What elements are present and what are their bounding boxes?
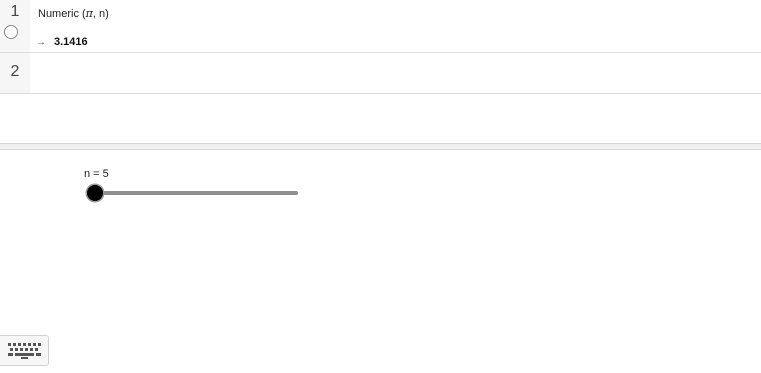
input-suffix: , n) [92,8,109,20]
cas-view: 1 Numeric (π, n) → 3.1416 2 [0,0,761,144]
slider-track[interactable] [95,191,298,195]
pi-symbol: π [85,7,93,20]
keyboard-toggle-button[interactable] [0,335,49,366]
cas-row-2[interactable]: 2 [0,53,761,94]
slider-label: n = 5 [84,168,109,180]
input-prefix: Numeric ( [38,8,86,20]
cas-input-empty[interactable] [30,53,761,93]
keyboard-icon [8,343,41,359]
row-number: 2 [10,63,20,80]
geogebra-app: 1 Numeric (π, n) → 3.1416 2 n = 5 [0,0,761,373]
view-divider[interactable] [0,143,761,150]
cas-row-1[interactable]: 1 Numeric (π, n) → 3.1416 [0,0,761,53]
output-arrow-icon: → [36,37,46,48]
graphics-view[interactable]: n = 5 [0,150,761,373]
cas-output: → 3.1416 [36,36,88,48]
output-value: 3.1416 [54,36,88,48]
slider-handle[interactable] [87,185,103,201]
cas-input[interactable]: Numeric (π, n) [38,7,109,20]
row-visibility-toggle-icon[interactable] [4,25,18,39]
row-number: 1 [10,3,20,20]
